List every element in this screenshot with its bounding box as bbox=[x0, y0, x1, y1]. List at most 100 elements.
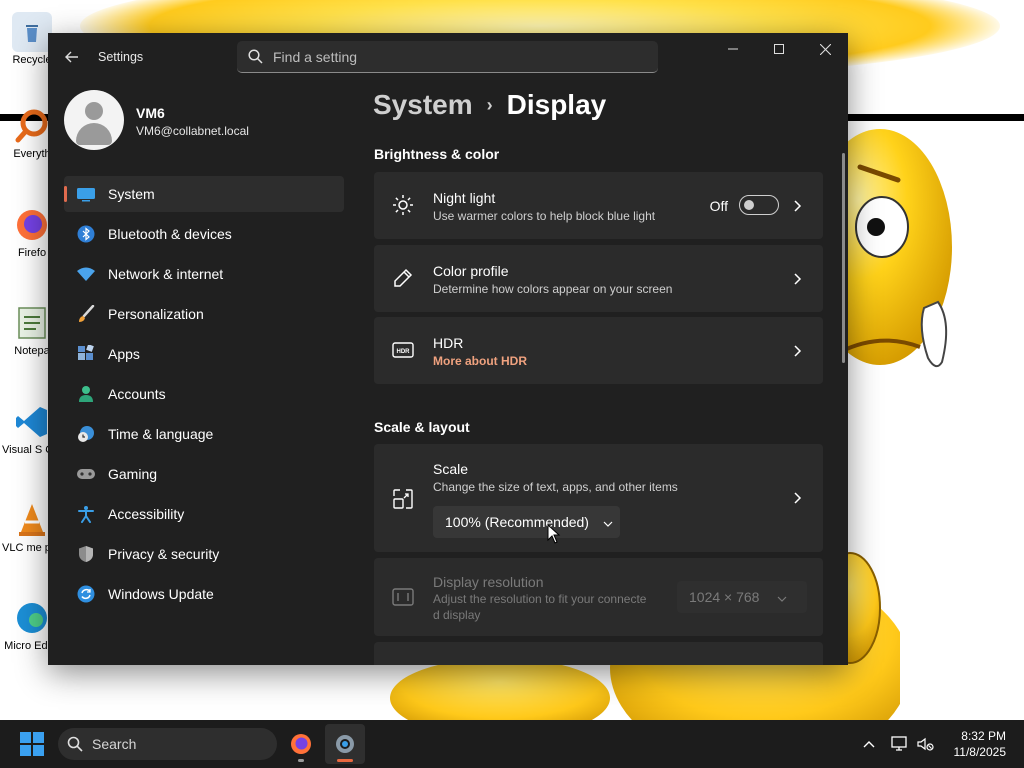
chevron-right-icon bbox=[791, 344, 805, 358]
breadcrumb: System › Display bbox=[373, 89, 606, 121]
user-name: VM6 bbox=[136, 105, 165, 121]
night-light-toggle[interactable] bbox=[739, 195, 779, 215]
user-email: VM6@collabnet.local bbox=[136, 124, 249, 138]
taskbar: Search 8:32 PM 11/8/2025 bbox=[0, 720, 1024, 768]
accounts-icon bbox=[64, 385, 108, 403]
night-light-title: Night light bbox=[433, 190, 496, 206]
scale-dropdown-value: 100% (Recommended) bbox=[445, 514, 589, 530]
hdr-icon: HDR bbox=[390, 337, 416, 363]
sidebar-item-network[interactable]: Network & internet bbox=[64, 256, 344, 292]
chevron-down-icon bbox=[603, 514, 613, 530]
close-icon bbox=[819, 43, 831, 55]
settings-search-box[interactable] bbox=[237, 41, 658, 73]
sidebar-item-privacy[interactable]: Privacy & security bbox=[64, 536, 344, 572]
night-light-card[interactable]: Night light Use warmer colors to help bl… bbox=[374, 172, 823, 239]
vscode-icon bbox=[12, 402, 52, 442]
display-resolution-value: 1024 × 768 bbox=[689, 589, 760, 605]
minimize-icon bbox=[728, 48, 738, 50]
hdr-learn-more-link[interactable]: More about HDR bbox=[433, 354, 527, 368]
avatar bbox=[64, 90, 124, 150]
sidebar-item-system[interactable]: System bbox=[64, 176, 344, 212]
night-light-subtitle: Use warmer colors to help block blue lig… bbox=[433, 209, 656, 223]
page-title: Display bbox=[506, 89, 607, 120]
system-clock[interactable]: 8:32 PM 11/8/2025 bbox=[954, 728, 1007, 760]
app-title: Settings bbox=[98, 50, 144, 64]
wifi-icon bbox=[64, 266, 108, 282]
settings-gear-icon bbox=[336, 735, 354, 753]
brush-icon bbox=[64, 305, 108, 323]
eyedropper-icon bbox=[390, 265, 416, 291]
taskbar-app-firefox[interactable] bbox=[281, 724, 321, 764]
firefox-icon bbox=[12, 205, 52, 245]
sidebar-item-windows-update[interactable]: Windows Update bbox=[64, 576, 344, 612]
shield-icon bbox=[64, 545, 108, 563]
edge-icon bbox=[12, 598, 52, 638]
taskbar-search[interactable]: Search bbox=[58, 728, 277, 760]
sidebar-nav: System Bluetooth & devices Network & int… bbox=[64, 176, 344, 616]
scale-card[interactable]: Scale Change the size of text, apps, and… bbox=[374, 444, 823, 552]
notepad-icon bbox=[12, 303, 52, 343]
accessibility-icon bbox=[64, 505, 108, 523]
display-resolution-dropdown: 1024 × 768 bbox=[677, 581, 807, 613]
section-title-scale-layout: Scale & layout bbox=[374, 419, 470, 435]
taskbar-app-settings[interactable] bbox=[325, 724, 365, 764]
volume-button[interactable] bbox=[914, 734, 936, 754]
system-icon bbox=[64, 186, 108, 202]
hdr-title: HDR bbox=[433, 335, 464, 351]
clock-time: 8:32 PM bbox=[961, 729, 1006, 743]
sidebar-item-bluetooth[interactable]: Bluetooth & devices bbox=[64, 216, 344, 252]
content-scrollbar[interactable] bbox=[842, 153, 845, 363]
color-profile-subtitle: Determine how colors appear on your scre… bbox=[433, 282, 673, 296]
sidebar-item-personalization[interactable]: Personalization bbox=[64, 296, 344, 332]
user-profile[interactable]: VM6 VM6@collabnet.local bbox=[64, 90, 364, 152]
scale-dropdown[interactable]: 100% (Recommended) bbox=[433, 506, 620, 538]
display-resolution-title: Display resolution bbox=[433, 574, 544, 590]
night-light-toggle-label: Off bbox=[709, 198, 728, 214]
sun-icon bbox=[390, 192, 416, 218]
network-status-button[interactable] bbox=[889, 734, 911, 754]
section-title-brightness: Brightness & color bbox=[374, 146, 500, 162]
chevron-right-icon bbox=[791, 199, 805, 213]
title-bar: Settings bbox=[48, 33, 848, 81]
chevron-up-icon bbox=[863, 741, 875, 748]
firefox-icon bbox=[291, 734, 311, 754]
hdr-card[interactable]: HDR HDR More about HDR bbox=[374, 317, 823, 384]
scale-subtitle: Change the size of text, apps, and other… bbox=[433, 480, 678, 494]
show-hidden-icons-button[interactable] bbox=[858, 734, 880, 754]
minimize-button[interactable] bbox=[710, 33, 756, 65]
search-icon bbox=[237, 49, 273, 64]
sidebar-item-accounts[interactable]: Accounts bbox=[64, 376, 344, 412]
chevron-right-icon bbox=[791, 491, 805, 505]
clock-date: 11/8/2025 bbox=[953, 745, 1007, 759]
sidebar-item-apps[interactable]: Apps bbox=[64, 336, 344, 372]
display-resolution-subtitle-1: Adjust the resolution to fit your connec… bbox=[433, 592, 647, 606]
display-resolution-subtitle-2: d display bbox=[433, 608, 481, 622]
taskbar-search-label: Search bbox=[92, 736, 137, 752]
bluetooth-icon bbox=[64, 225, 108, 243]
sidebar-item-accessibility[interactable]: Accessibility bbox=[64, 496, 344, 532]
sidebar-item-time-language[interactable]: Time & language bbox=[64, 416, 344, 452]
back-button[interactable] bbox=[60, 45, 84, 69]
start-button[interactable] bbox=[20, 732, 44, 756]
scale-title: Scale bbox=[433, 461, 469, 477]
display-resolution-icon bbox=[390, 584, 416, 610]
display-resolution-card: Display resolution Adjust the resolution… bbox=[374, 558, 823, 636]
chevron-right-icon bbox=[791, 272, 805, 286]
mouse-cursor-icon bbox=[547, 524, 561, 544]
vlc-icon bbox=[12, 500, 52, 540]
breadcrumb-parent[interactable]: System bbox=[373, 89, 473, 121]
chevron-down-icon bbox=[777, 589, 787, 605]
recycle-bin-icon bbox=[12, 12, 52, 52]
apps-icon bbox=[64, 345, 108, 363]
settings-window: Settings VM6 VM6@collabnet.local bbox=[48, 33, 848, 665]
search-input[interactable] bbox=[273, 48, 633, 65]
close-button[interactable] bbox=[802, 33, 848, 65]
globe-clock-icon bbox=[64, 425, 108, 443]
color-profile-card[interactable]: Color profile Determine how colors appea… bbox=[374, 245, 823, 312]
maximize-button[interactable] bbox=[756, 33, 802, 65]
search-icon bbox=[58, 736, 92, 752]
sidebar-item-gaming[interactable]: Gaming bbox=[64, 456, 344, 492]
color-profile-title: Color profile bbox=[433, 263, 509, 279]
next-card-partial bbox=[374, 642, 823, 665]
chevron-right-icon: › bbox=[486, 94, 493, 115]
